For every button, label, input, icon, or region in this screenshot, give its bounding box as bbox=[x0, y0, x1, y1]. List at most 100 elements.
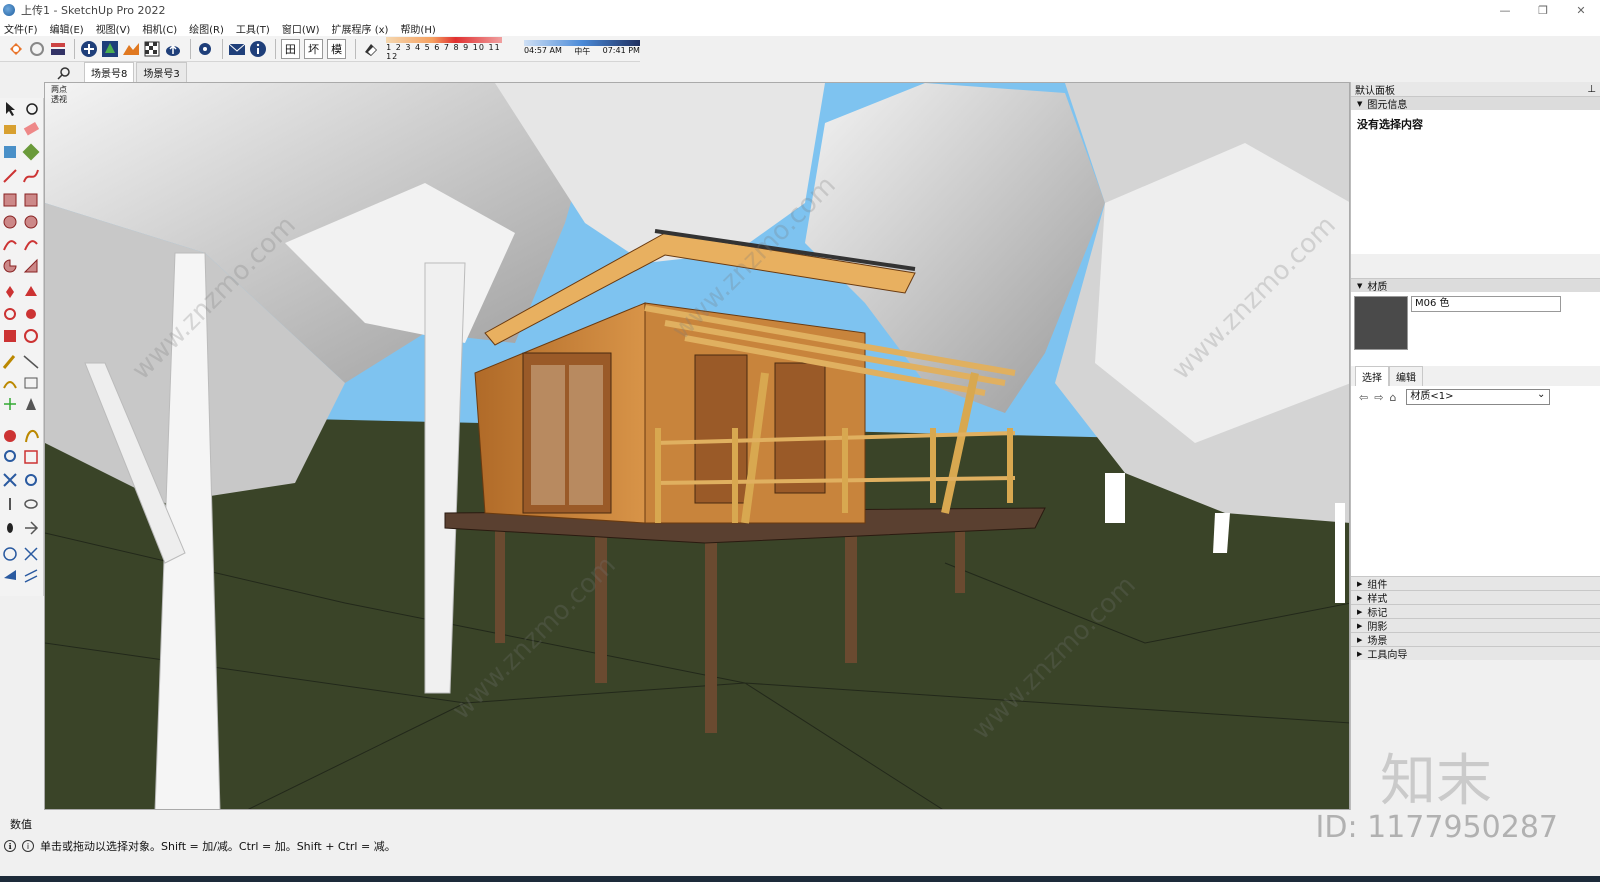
scenes-title: 场景 bbox=[1367, 636, 1388, 647]
terrain-button[interactable] bbox=[122, 39, 141, 59]
3d-text-icon bbox=[26, 398, 36, 410]
scene-tab-3[interactable]: 场景号3 bbox=[136, 62, 187, 82]
components-title: 组件 bbox=[1367, 580, 1388, 591]
components-header[interactable]: ▶ 组件 bbox=[1351, 576, 1600, 591]
stilt-5 bbox=[955, 523, 965, 593]
geo-location-icon[interactable]: ℹ bbox=[4, 840, 16, 852]
info-icon[interactable]: i bbox=[22, 840, 34, 852]
material-library-select[interactable]: 材质<1> bbox=[1406, 388, 1551, 405]
back-arrow-icon[interactable]: ⇦ bbox=[1359, 391, 1368, 404]
shadow-time-slider[interactable]: 04:57 AM 中午 07:41 PM bbox=[523, 40, 640, 57]
sunset-time: 07:41 PM bbox=[602, 46, 640, 55]
instructor-title: 工具向导 bbox=[1367, 650, 1408, 661]
menu-extensions[interactable]: 扩展程序 (x) bbox=[332, 21, 389, 36]
home-icon[interactable]: ⌂ bbox=[1389, 391, 1396, 404]
checker-icon bbox=[144, 41, 160, 56]
pin-icon[interactable]: ⊥ bbox=[1587, 84, 1596, 95]
collapse-triangle-icon: ▼ bbox=[1357, 99, 1363, 108]
material-preview-area: M06 色 bbox=[1351, 292, 1600, 366]
minimize-button[interactable]: — bbox=[1486, 0, 1524, 20]
add-button[interactable] bbox=[80, 39, 99, 59]
watermark-id: ID: 1177950287 bbox=[1315, 810, 1558, 845]
material-swatch[interactable] bbox=[1354, 296, 1408, 350]
text-tool-icon bbox=[24, 377, 38, 389]
text-tool-button-2[interactable]: 坏 bbox=[303, 38, 324, 59]
checker-button[interactable] bbox=[143, 39, 162, 59]
menu-draw[interactable]: 绘图(R) bbox=[189, 21, 224, 36]
material-name-field[interactable]: M06 色 bbox=[1411, 296, 1561, 312]
menu-tools[interactable]: 工具(T) bbox=[236, 21, 270, 36]
smoove-icon bbox=[4, 570, 16, 580]
gear-icon bbox=[199, 42, 212, 55]
text-tool-button-1[interactable]: 田 bbox=[280, 38, 300, 59]
scenes-header[interactable]: ▶ 场景 bbox=[1351, 632, 1600, 647]
shadows-header[interactable]: ▶ 阴影 bbox=[1351, 618, 1600, 633]
shadow-month-slider[interactable]: 1 2 3 4 5 6 7 8 9 10 11 12 bbox=[386, 36, 510, 61]
tool-palette-icons bbox=[2, 102, 40, 583]
stamp-icon bbox=[24, 569, 38, 583]
toolbar-separator bbox=[74, 38, 75, 59]
toolbar-separator bbox=[221, 38, 223, 59]
tape-measure-icon bbox=[2, 355, 16, 369]
expand-triangle-icon: ▶ bbox=[1357, 621, 1363, 630]
os-taskbar bbox=[0, 876, 1600, 882]
text-tool-button-3[interactable]: 模 bbox=[327, 38, 347, 59]
menu-help[interactable]: 帮助(H) bbox=[400, 21, 435, 36]
forward-arrow-icon[interactable]: ⇨ bbox=[1374, 391, 1383, 404]
cabin-window bbox=[774, 362, 826, 494]
entity-info-title: 图元信息 bbox=[1367, 100, 1408, 111]
menu-camera[interactable]: 相机(C) bbox=[142, 21, 177, 36]
layout-button[interactable] bbox=[48, 39, 67, 59]
sandbox-contours-icon bbox=[3, 547, 17, 561]
extension-icon bbox=[9, 42, 22, 55]
material-list[interactable] bbox=[1351, 408, 1600, 576]
pan-tool-icon bbox=[25, 430, 39, 443]
styles-header[interactable]: ▶ 样式 bbox=[1351, 590, 1600, 605]
scene-search-button[interactable] bbox=[44, 64, 84, 82]
shadows-toggle-button[interactable] bbox=[361, 39, 380, 59]
materials-header[interactable]: ▼ 材质 bbox=[1351, 278, 1600, 293]
window-title: 上传1 - SketchUp Pro 2022 bbox=[21, 4, 166, 17]
settings-button[interactable] bbox=[196, 39, 215, 59]
info-button[interactable] bbox=[249, 39, 268, 59]
mail-icon bbox=[229, 43, 246, 55]
plus-circle-icon bbox=[81, 40, 98, 57]
extension-warehouse-button[interactable] bbox=[6, 39, 25, 59]
instructor-header[interactable]: ▶ 工具向导 bbox=[1351, 646, 1600, 661]
modeling-viewport[interactable]: 两点 透视 www.znzmo.com www.znzmo.com www.zn… bbox=[44, 82, 1350, 810]
menu-view[interactable]: 视图(V) bbox=[96, 21, 131, 36]
door-glass-left bbox=[531, 365, 565, 505]
stilt-1 bbox=[495, 523, 505, 643]
rotated-rect-icon bbox=[24, 193, 38, 207]
door-glass-right bbox=[569, 365, 603, 505]
expand-triangle-icon: ▶ bbox=[1357, 649, 1363, 658]
stilt-3 bbox=[705, 538, 717, 733]
camera-type-label: 两点 透视 bbox=[51, 85, 67, 105]
menu-file[interactable]: 文件(F) bbox=[4, 21, 38, 36]
time-labels: 04:57 AM 中午 07:41 PM bbox=[524, 46, 640, 57]
rotate-tool-icon bbox=[4, 308, 16, 320]
cloud-upload-button[interactable] bbox=[164, 39, 183, 59]
tags-header[interactable]: ▶ 标记 bbox=[1351, 604, 1600, 619]
tab-select[interactable]: 选择 bbox=[1355, 366, 1389, 386]
default-tray: 默认面板 ⊥ ▼ 图元信息 没有选择内容 ▼ 材质 M06 色 选择 编辑 ⇦ … bbox=[1350, 82, 1600, 810]
menu-window[interactable]: 窗口(W) bbox=[282, 21, 320, 36]
scene-tab-8[interactable]: 场景号8 bbox=[84, 62, 135, 82]
status-bar: 数值 ℹ i 单击或拖动以选择对象。Shift = 加/减。Ctrl = 加。S… bbox=[0, 810, 1600, 882]
restore-button[interactable]: ❐ bbox=[1524, 0, 1562, 20]
title-bar: 上传1 - SketchUp Pro 2022 — ❐ ✕ bbox=[0, 0, 1600, 20]
tab-edit[interactable]: 编辑 bbox=[1389, 366, 1423, 386]
menu-edit[interactable]: 编辑(E) bbox=[50, 21, 84, 36]
collapse-triangle-icon: ▼ bbox=[1357, 281, 1363, 290]
close-button[interactable]: ✕ bbox=[1562, 0, 1600, 20]
mail-button[interactable] bbox=[228, 39, 247, 59]
entity-info-header[interactable]: ▼ 图元信息 bbox=[1351, 96, 1600, 111]
tray-title: 默认面板 bbox=[1355, 85, 1395, 97]
eraser-icon bbox=[23, 122, 40, 136]
sketchup-logo-icon bbox=[3, 4, 15, 16]
info-icon bbox=[250, 40, 267, 57]
tree-button[interactable] bbox=[101, 39, 120, 59]
rectangle-tool-icon bbox=[3, 193, 17, 207]
material-nav-row: ⇦ ⇨ ⌂ 材质<1> bbox=[1351, 386, 1600, 408]
refresh-button[interactable] bbox=[27, 39, 46, 59]
